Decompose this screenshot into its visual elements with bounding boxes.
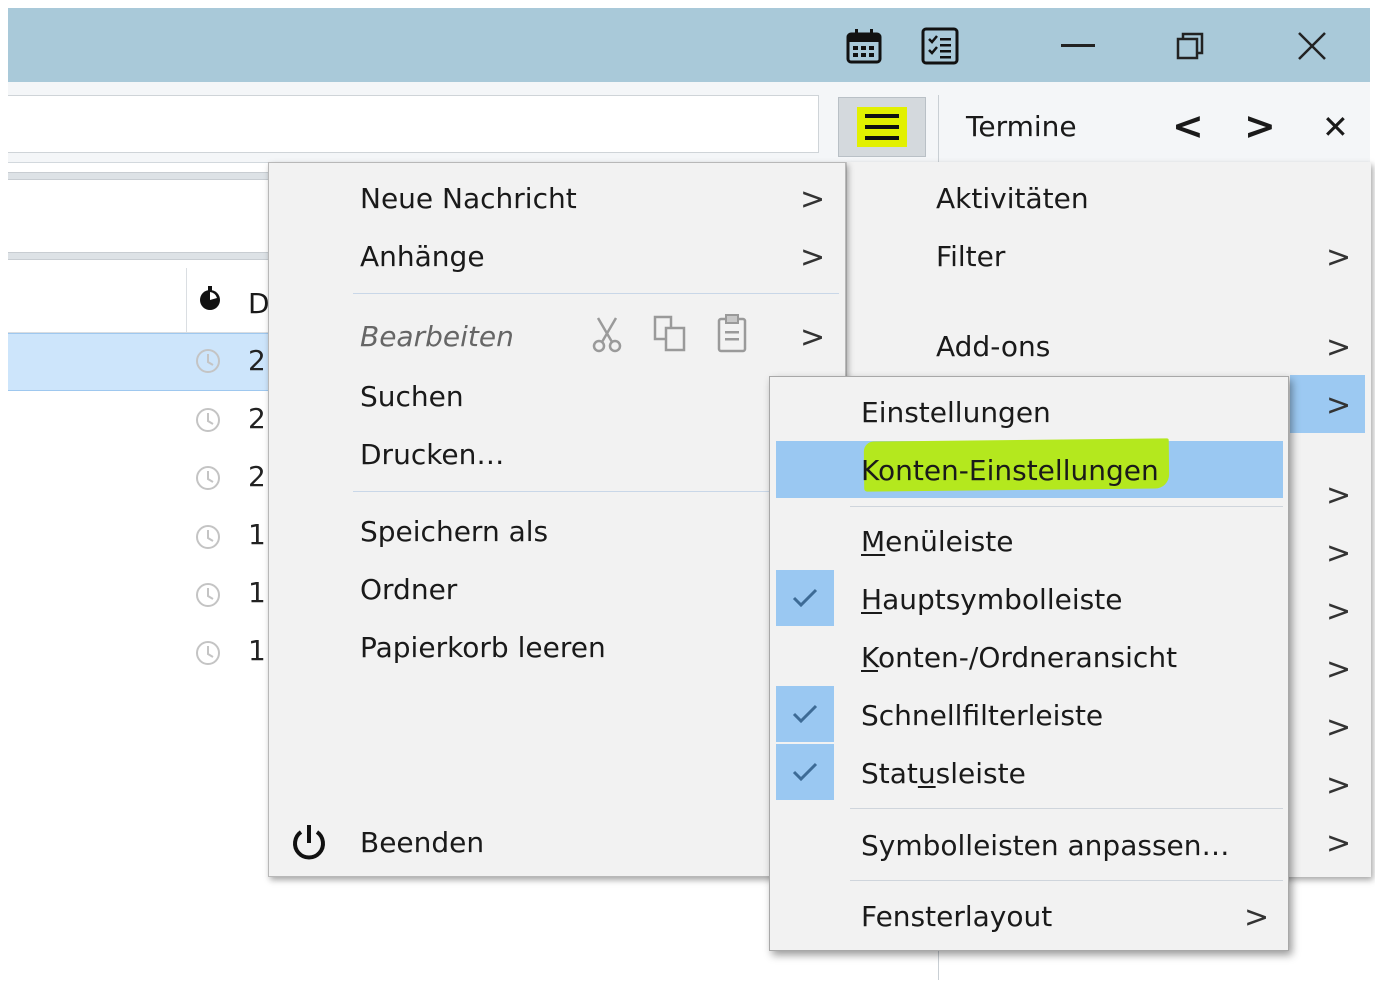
read-status-icon[interactable] <box>194 580 222 608</box>
menu-item-new-message[interactable]: Neue Nachricht <box>360 182 577 215</box>
submenu-item-quick-filter[interactable]: Schnellfilterleiste <box>861 699 1103 732</box>
menu-item-quit[interactable]: Beenden <box>360 826 484 859</box>
row-date: 1 <box>248 518 266 551</box>
menu-item-filter[interactable]: Filter <box>936 240 1005 273</box>
splitter[interactable] <box>8 252 270 260</box>
menu-item-attachments[interactable]: Anhänge <box>360 240 485 273</box>
label-rest: onten-/Ordneransicht <box>877 641 1178 674</box>
menu-separator <box>850 880 1283 881</box>
checkmark-box[interactable] <box>776 570 834 626</box>
access-key: H <box>861 583 883 616</box>
submenu-item-layout[interactable]: Fensterlayout <box>861 900 1052 933</box>
read-status-icon[interactable] <box>194 522 222 550</box>
close-icon: ✕ <box>1322 108 1349 146</box>
app-menu-button[interactable] <box>838 97 926 157</box>
menu-item-activities[interactable]: Aktivitäten <box>936 182 1089 215</box>
chevron-right-icon: > <box>800 182 826 217</box>
date-column-header[interactable]: D <box>248 287 270 320</box>
menu-separator <box>850 808 1283 809</box>
menu-item-edit: Bearbeiten <box>360 320 514 353</box>
chevron-right-icon: > <box>1326 652 1352 687</box>
menu-item-save-as[interactable]: Speichern als <box>360 515 548 548</box>
menu-separator <box>353 293 839 294</box>
row-date: 2 <box>248 460 266 493</box>
hamburger-icon <box>857 107 907 147</box>
today-pane-title: Termine <box>966 110 1077 143</box>
read-status-icon[interactable] <box>194 346 222 374</box>
submenu-item-menubar[interactable]: Menüleiste <box>861 525 1013 558</box>
column-separator[interactable] <box>186 268 187 332</box>
submenu-item-status-bar[interactable]: Statusleiste <box>861 757 1026 790</box>
chevron-right-icon: > <box>1326 594 1352 629</box>
label-rest: auptsymbolleiste <box>882 583 1123 616</box>
access-key: u <box>917 757 936 790</box>
chevron-right-icon: > <box>800 240 826 275</box>
read-status-column-icon[interactable] <box>198 286 222 316</box>
window-close-icon[interactable] <box>1282 26 1342 66</box>
submenu-item-folder-pane[interactable]: Konten-/Ordneransicht <box>861 641 1177 674</box>
chevron-right-icon: > <box>1244 104 1276 148</box>
splitter[interactable] <box>8 172 270 180</box>
chevron-right-icon: > <box>1326 536 1352 571</box>
row-date: 1 <box>248 634 266 667</box>
menu-separator <box>850 506 1283 507</box>
access-key: K <box>861 641 878 674</box>
row-date: 2 <box>248 344 266 377</box>
chevron-right-icon: > <box>1326 478 1352 513</box>
calendar-icon[interactable] <box>840 26 888 66</box>
table-row-selected[interactable] <box>8 333 270 391</box>
menu-item-folder[interactable]: Ordner <box>360 573 457 606</box>
app-menu <box>268 162 846 877</box>
chevron-right-icon: > <box>1326 710 1352 745</box>
copy-icon[interactable] <box>652 314 688 358</box>
chevron-right-icon: > <box>1326 240 1352 275</box>
paste-icon[interactable] <box>716 313 748 359</box>
restore-icon[interactable] <box>1160 26 1220 66</box>
read-status-icon[interactable] <box>194 405 222 433</box>
list-header <box>8 268 270 333</box>
cut-icon[interactable] <box>590 316 624 358</box>
previous-button[interactable]: < <box>1172 104 1204 148</box>
chevron-right-icon: > <box>1326 826 1352 861</box>
menu-item-addons[interactable]: Add-ons <box>936 330 1050 363</box>
label-rest: sleiste <box>935 757 1026 790</box>
tasks-icon[interactable] <box>916 26 964 66</box>
menu-item-print[interactable]: Drucken… <box>360 438 504 471</box>
title-bar <box>8 8 1370 82</box>
checkmark-box[interactable] <box>776 744 834 800</box>
close-pane-button[interactable]: ✕ <box>1322 108 1349 146</box>
access-key: M <box>861 525 886 558</box>
power-icon <box>289 822 329 868</box>
chevron-right-icon: > <box>1326 388 1352 423</box>
checkmark-box[interactable] <box>776 686 834 742</box>
chevron-right-icon: > <box>1326 768 1352 803</box>
next-button[interactable]: > <box>1244 104 1276 148</box>
submenu-item-customize[interactable]: Symbolleisten anpassen… <box>861 829 1230 862</box>
read-status-icon[interactable] <box>194 463 222 491</box>
menu-item-search[interactable]: Suchen <box>360 380 464 413</box>
label-rest: enüleiste <box>885 525 1014 558</box>
chevron-right-icon: > <box>800 320 826 355</box>
submenu-item-account-settings[interactable]: Konten-Einstellungen <box>861 454 1159 487</box>
label-pre: Stat <box>861 757 918 790</box>
submenu-item-settings[interactable]: Einstellungen <box>861 396 1051 429</box>
menu-separator <box>353 491 839 492</box>
chevron-right-icon: > <box>1244 900 1270 935</box>
minimize-icon[interactable] <box>1048 26 1108 66</box>
menu-item-empty-trash[interactable]: Papierkorb leeren <box>360 631 606 664</box>
search-input[interactable] <box>8 95 819 153</box>
row-date: 2 <box>248 402 266 435</box>
read-status-icon[interactable] <box>194 638 222 666</box>
chevron-right-icon: > <box>1326 330 1352 365</box>
submenu-item-main-toolbar[interactable]: Hauptsymbolleiste <box>861 583 1122 616</box>
chevron-left-icon: < <box>1172 104 1204 148</box>
row-date: 1 <box>248 576 266 609</box>
